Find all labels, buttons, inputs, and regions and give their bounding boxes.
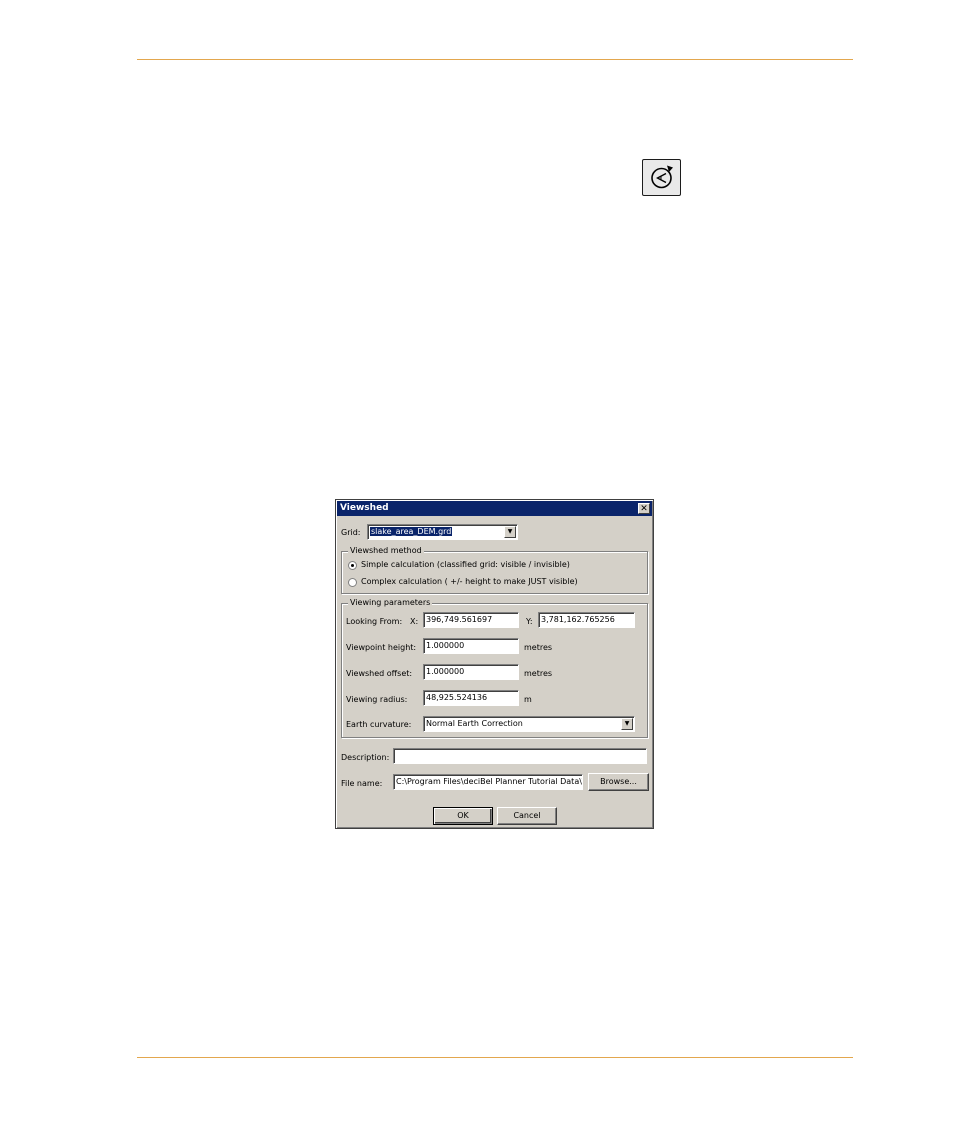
- viewing-radius-field[interactable]: 48,925.524136: [423, 690, 519, 706]
- viewpoint-height-label: Viewpoint height:: [346, 643, 417, 652]
- close-icon: ✕: [640, 504, 648, 514]
- viewshed-method-legend: Viewshed method: [348, 546, 424, 555]
- grid-label: Grid:: [341, 528, 361, 537]
- browse-button[interactable]: Browse...: [588, 773, 649, 791]
- option-simple-calculation-label[interactable]: Simple calculation (classified grid: vis…: [361, 560, 570, 569]
- earth-curvature-value: Normal Earth Correction: [426, 719, 523, 728]
- earth-curvature-label: Earth curvature:: [346, 720, 412, 729]
- viewing-parameters-legend: Viewing parameters: [348, 598, 433, 607]
- header-rule: [137, 59, 853, 60]
- looking-from-label: Looking From:: [346, 617, 403, 626]
- viewshed-dialog: Viewshed ✕ Grid: slake_area_DEM.grd ▼ Vi…: [335, 499, 654, 829]
- x-label: X:: [410, 617, 419, 626]
- option-complex-calculation-label[interactable]: Complex calculation ( +/- height to make…: [361, 577, 578, 586]
- footer-rule: [137, 1057, 853, 1058]
- chevron-down-icon[interactable]: ▼: [621, 718, 633, 730]
- viewshed-method-group: Viewshed method Simple calculation (clas…: [341, 546, 648, 594]
- viewing-parameters-group: Viewing parameters Looking From: X: 396,…: [341, 598, 648, 738]
- y-label: Y:: [526, 617, 533, 626]
- cancel-button[interactable]: Cancel: [497, 807, 557, 825]
- viewshed-offset-field[interactable]: 1.000000: [423, 664, 519, 680]
- earth-curvature-select[interactable]: Normal Earth Correction ▼: [423, 716, 635, 732]
- file-name-label: File name:: [341, 779, 383, 788]
- close-button[interactable]: ✕: [638, 503, 650, 514]
- file-name-field[interactable]: C:\Program Files\deciBel Planner Tutoria…: [393, 774, 583, 790]
- grid-select[interactable]: slake_area_DEM.grd ▼: [367, 524, 518, 540]
- radio-simple-calculation[interactable]: [348, 561, 357, 570]
- dialog-title: Viewshed: [340, 503, 389, 513]
- viewing-radius-unit: m: [524, 695, 532, 704]
- grid-selected-value: slake_area_DEM.grd: [370, 527, 453, 536]
- radio-selected-dot: [351, 564, 354, 567]
- viewshed-offset-label: Viewshed offset:: [346, 669, 413, 678]
- viewing-radius-label: Viewing radius:: [346, 695, 408, 704]
- y-coordinate-field[interactable]: 3,781,162.765256: [538, 612, 635, 628]
- dialog-titlebar[interactable]: Viewshed ✕: [337, 501, 652, 516]
- radio-complex-calculation[interactable]: [348, 578, 357, 587]
- description-label: Description:: [341, 753, 390, 762]
- viewpoint-height-field[interactable]: 1.000000: [423, 638, 519, 654]
- x-coordinate-field[interactable]: 396,749.561697: [423, 612, 519, 628]
- viewshed-offset-unit: metres: [524, 669, 553, 678]
- chevron-down-icon[interactable]: ▼: [504, 526, 516, 538]
- ok-button[interactable]: OK: [433, 807, 493, 825]
- viewpoint-height-unit: metres: [524, 643, 553, 652]
- description-field[interactable]: [393, 748, 647, 764]
- viewshed-tool-icon[interactable]: [642, 159, 681, 196]
